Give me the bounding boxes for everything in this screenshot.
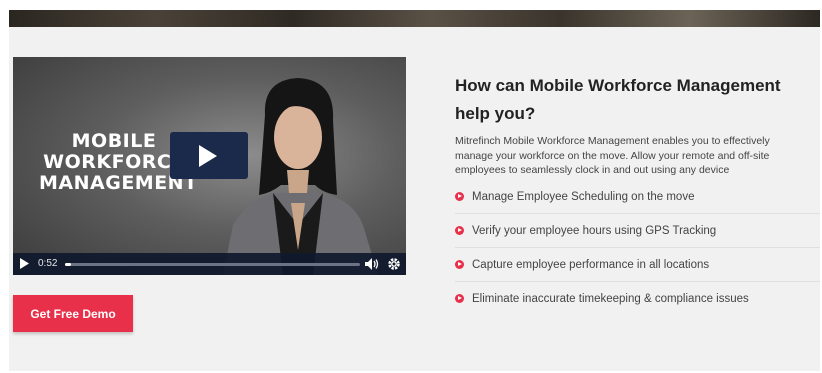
progress-bar[interactable] xyxy=(65,263,360,266)
settings-gear-icon[interactable] xyxy=(387,257,401,271)
progress-fill xyxy=(65,263,71,266)
feature-item: Manage Employee Scheduling on the move xyxy=(455,180,820,214)
bullet-arrow-icon xyxy=(455,192,464,201)
overlay-line-3: MANAGEMENT xyxy=(39,172,198,194)
page-heading: How can Mobile Workforce Management help… xyxy=(455,72,822,128)
video-overlay-title: MOBILE WORKFORCE MANAGEMENT xyxy=(39,130,198,194)
description-text: Mitrefinch Mobile Workforce Management e… xyxy=(455,134,822,178)
description-line-2: manage your workforce on the move. Allow… xyxy=(455,149,770,162)
play-small-icon[interactable] xyxy=(20,258,29,269)
feature-label: Capture employee performance in all loca… xyxy=(472,258,710,271)
heading-line-1: How can Mobile Workforce Management xyxy=(455,76,781,95)
play-icon xyxy=(199,145,217,167)
description-line-3: employees to seamlessly clock in and out… xyxy=(455,164,730,176)
bullet-arrow-icon xyxy=(455,260,464,269)
video-player[interactable]: MOBILE WORKFORCE MANAGEMENT 0:52 xyxy=(13,57,406,275)
feature-item: Verify your employee hours using GPS Tra… xyxy=(455,214,820,248)
get-free-demo-button[interactable]: Get Free Demo xyxy=(13,295,133,332)
feature-label: Verify your employee hours using GPS Tra… xyxy=(472,224,717,237)
video-controls: 0:52 xyxy=(13,253,406,275)
feature-label: Eliminate inaccurate timekeeping & compl… xyxy=(472,292,749,305)
bullet-arrow-icon xyxy=(455,226,464,235)
feature-item: Eliminate inaccurate timekeeping & compl… xyxy=(455,282,820,315)
overlay-line-2: WORKFORCE xyxy=(43,151,185,173)
feature-label: Manage Employee Scheduling on the move xyxy=(472,190,695,203)
feature-list: Manage Employee Scheduling on the move V… xyxy=(455,188,820,323)
bullet-arrow-icon xyxy=(455,294,464,303)
heading-line-2: help you? xyxy=(455,104,536,123)
volume-icon[interactable] xyxy=(365,258,379,270)
feature-item: Capture employee performance in all loca… xyxy=(455,248,820,282)
overlay-line-1: MOBILE xyxy=(71,130,157,152)
description-line-1: Mitrefinch Mobile Workforce Management e… xyxy=(455,135,770,147)
play-button[interactable] xyxy=(170,132,248,179)
top-banner-image xyxy=(9,10,820,27)
video-time: 0:52 xyxy=(38,258,58,269)
